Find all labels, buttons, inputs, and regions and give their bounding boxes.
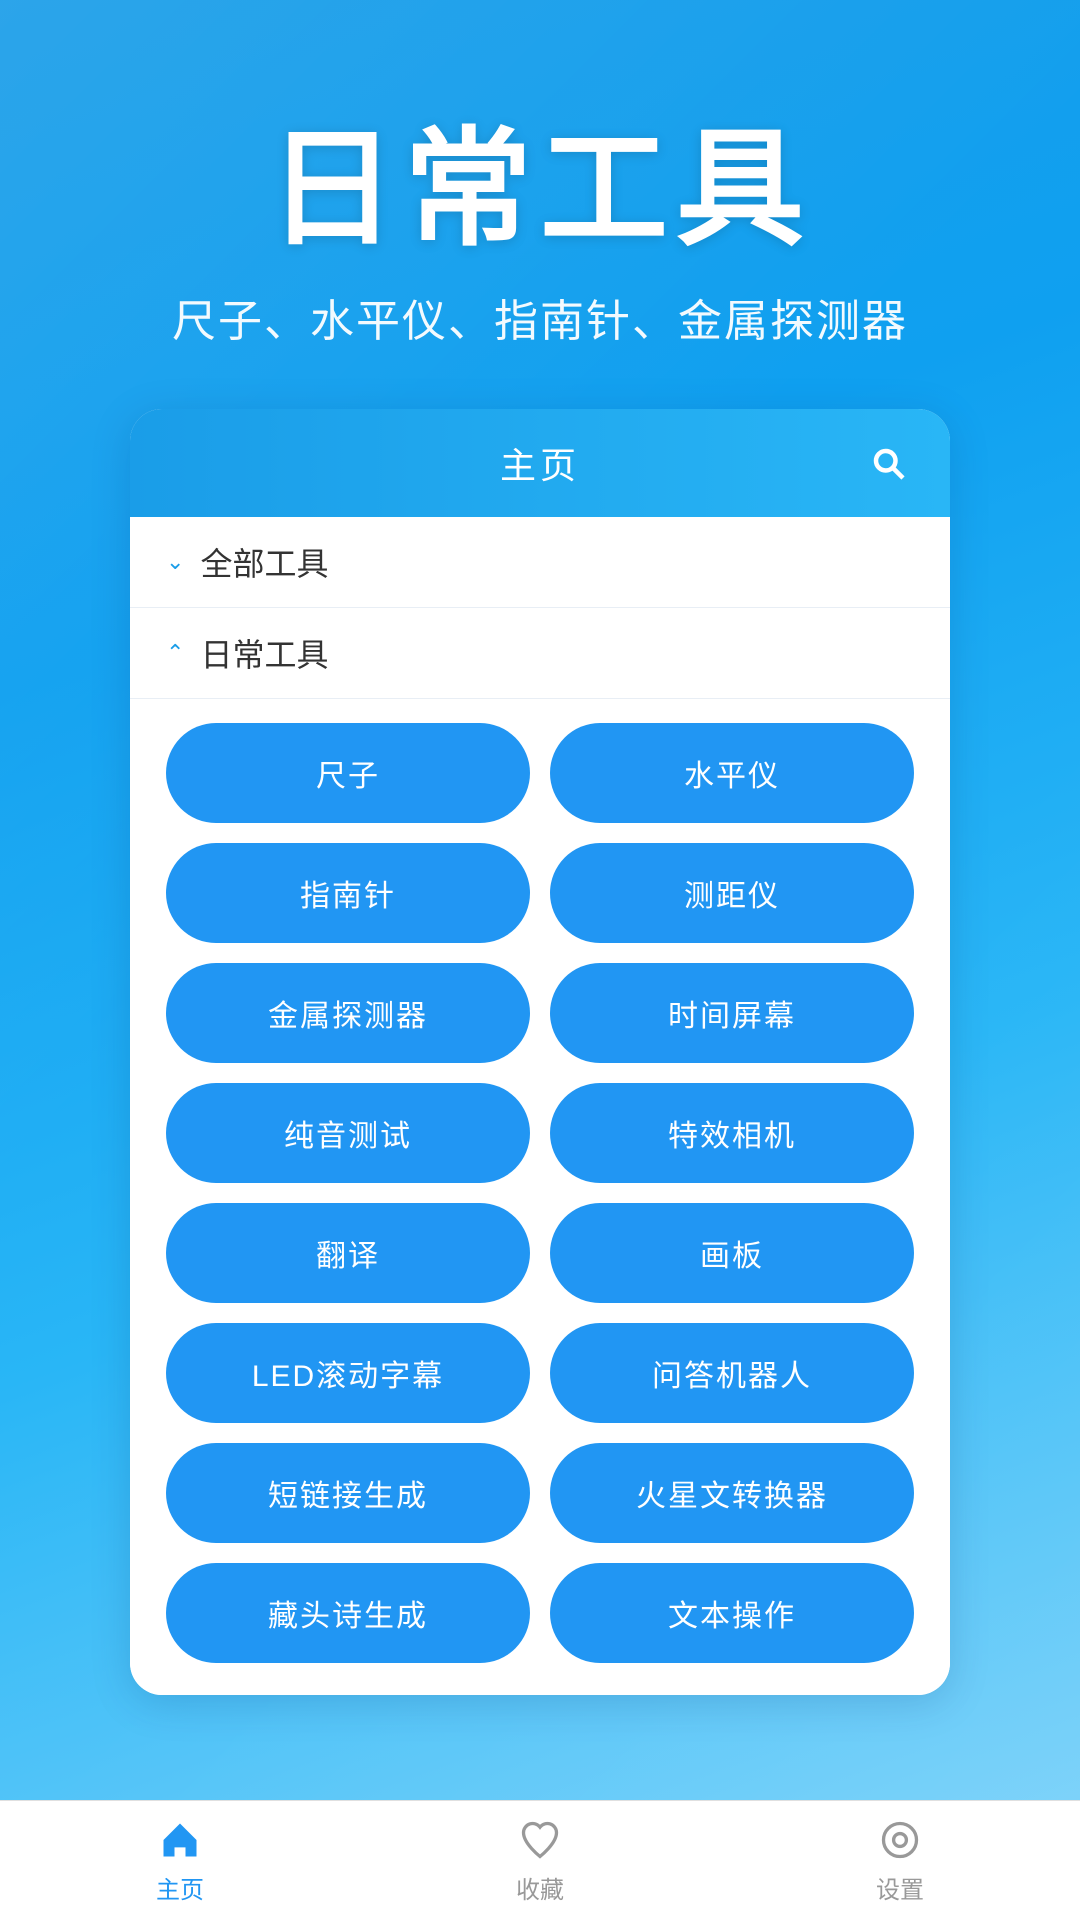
tool-btn-5[interactable]: 时间屏幕 [550,963,914,1063]
section-daily-tools[interactable]: ⌃ 日常工具 [130,608,950,699]
tool-btn-label-2: 指南针 [300,871,396,915]
tool-btn-4[interactable]: 金属探测器 [166,963,530,1063]
hero-section: 日常工具 尺子、水平仪、指南针、金属探测器 [0,0,1080,409]
tool-btn-label-8: 翻译 [316,1231,380,1275]
tool-btn-label-5: 时间屏幕 [668,991,796,1035]
search-button[interactable] [862,437,914,489]
home-icon [156,1816,204,1864]
search-icon [870,445,906,481]
bottom-nav: 主页 收藏 设置 [0,1800,1080,1920]
hero-subtitle: 尺子、水平仪、指南针、金属探测器 [172,285,908,349]
tool-btn-label-10: LED滚动字幕 [252,1351,444,1395]
tool-btn-3[interactable]: 测距仪 [550,843,914,943]
card-header-title: 主页 [500,437,580,489]
nav-home-label: 主页 [156,1870,204,1905]
tool-btn-label-15: 文本操作 [668,1591,796,1635]
tool-btn-label-4: 金属探测器 [268,991,428,1035]
tool-btn-11[interactable]: 问答机器人 [550,1323,914,1423]
nav-settings-label: 设置 [876,1870,924,1905]
tool-btn-9[interactable]: 画板 [550,1203,914,1303]
tool-btn-label-11: 问答机器人 [652,1351,812,1395]
nav-item-settings[interactable]: 设置 [720,1804,1080,1917]
section-daily-tools-label: 日常工具 [200,630,328,676]
tool-btn-7[interactable]: 特效相机 [550,1083,914,1183]
tool-btn-label-0: 尺子 [316,751,380,795]
nav-favorites-label: 收藏 [516,1870,564,1905]
main-card: 主页 ⌄ 全部工具 ⌃ 日常工具 尺子 水平仪指南针 测距仪金属探测器 时间屏幕纯音测… [130,409,950,1695]
tool-btn-label-7: 特效相机 [668,1111,796,1155]
tool-btn-0[interactable]: 尺子 [166,723,530,823]
tool-btn-13[interactable]: 火星文转换器 [550,1443,914,1543]
section-all-tools[interactable]: ⌄ 全部工具 [130,517,950,608]
tool-btn-label-12: 短链接生成 [268,1471,428,1515]
tool-btn-10[interactable]: LED滚动字幕 [166,1323,530,1423]
heart-icon [516,1816,564,1864]
hero-title: 日常工具 [268,120,812,261]
tool-btn-label-9: 画板 [700,1231,764,1275]
tool-btn-1[interactable]: 水平仪 [550,723,914,823]
page-content: 日常工具 尺子、水平仪、指南针、金属探测器 主页 ⌄ 全部工具 ⌃ 日常工具 [0,0,1080,1835]
tool-btn-label-1: 水平仪 [684,751,780,795]
card-header: 主页 [130,409,950,517]
tool-btn-15[interactable]: 文本操作 [550,1563,914,1663]
tool-btn-14[interactable]: 藏头诗生成 [166,1563,530,1663]
nav-item-favorites[interactable]: 收藏 [360,1804,720,1917]
chevron-down-icon: ⌄ [166,549,184,575]
nav-item-home[interactable]: 主页 [0,1804,360,1917]
tools-grid: 尺子 水平仪指南针 测距仪金属探测器 时间屏幕纯音测试 特效相机翻译 画板 LED滚动字幕 问… [130,699,950,1695]
settings-icon [876,1816,924,1864]
tool-btn-2[interactable]: 指南针 [166,843,530,943]
tool-btn-label-3: 测距仪 [684,871,780,915]
tool-btn-label-14: 藏头诗生成 [268,1591,428,1635]
tool-btn-12[interactable]: 短链接生成 [166,1443,530,1543]
tool-btn-6[interactable]: 纯音测试 [166,1083,530,1183]
tool-btn-label-13: 火星文转换器 [636,1471,828,1515]
tool-btn-label-6: 纯音测试 [284,1111,412,1155]
tool-btn-8[interactable]: 翻译 [166,1203,530,1303]
section-all-tools-label: 全部工具 [200,539,328,585]
chevron-up-icon: ⌃ [166,640,184,666]
